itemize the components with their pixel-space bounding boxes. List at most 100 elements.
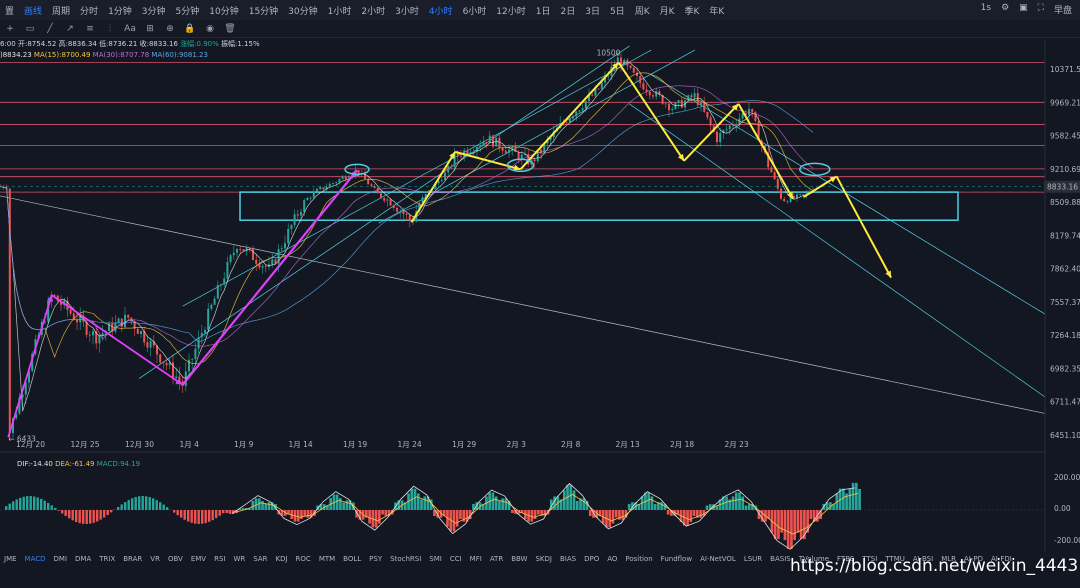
- macd-bar: [180, 510, 183, 518]
- indicator-tab[interactable]: DMA: [71, 555, 95, 563]
- macd-bar: [627, 503, 631, 510]
- macd-bar: [793, 510, 796, 541]
- indicator-tab[interactable]: SMI: [425, 555, 446, 563]
- indicator-tab[interactable]: BIAS: [556, 555, 580, 563]
- indicator-tab[interactable]: KDJ: [272, 555, 292, 563]
- macd-bar: [423, 496, 427, 510]
- macd-bar: [134, 497, 137, 510]
- candle-body: [191, 358, 194, 360]
- candle-body: [316, 189, 318, 192]
- macd-bar: [858, 488, 861, 510]
- candle-body: [194, 348, 197, 359]
- candle-body: [533, 159, 536, 162]
- macd-bar: [82, 510, 85, 524]
- macd-bar: [614, 510, 618, 518]
- macd-bar: [78, 510, 81, 524]
- candle-body: [175, 376, 178, 378]
- macd-bar: [689, 510, 693, 523]
- indicator-tab[interactable]: BRAR: [119, 555, 146, 563]
- macd-bar: [699, 510, 702, 518]
- indicator-tab[interactable]: OBV: [164, 555, 187, 563]
- candle-body: [271, 259, 274, 265]
- date-tick: 12月 25: [71, 440, 100, 449]
- macd-bar: [494, 496, 498, 510]
- high-annotation: 10500: [597, 48, 621, 57]
- price-tick: 7557.37: [1050, 298, 1080, 307]
- candle-body: [501, 147, 504, 151]
- macd-bar: [85, 510, 88, 524]
- candle-body: [488, 135, 491, 144]
- macd-bar: [666, 510, 670, 515]
- indicator-tab[interactable]: AI-NetVOL: [696, 555, 740, 563]
- candle-body: [165, 363, 168, 366]
- candle-body: [213, 298, 216, 305]
- candle-body: [773, 172, 776, 180]
- indicator-tab[interactable]: RSI: [210, 555, 229, 563]
- indicator-tab[interactable]: ROC: [292, 555, 315, 563]
- macd-bar: [162, 504, 165, 510]
- candle-body: [444, 172, 446, 181]
- candle-body: [344, 176, 347, 179]
- macd-bar: [228, 510, 232, 514]
- candle-body: [280, 248, 283, 250]
- candle-body: [623, 59, 626, 66]
- indicator-tab[interactable]: EMV: [187, 555, 210, 563]
- indicator-tab[interactable]: MTM: [315, 555, 339, 563]
- indicator-tab[interactable]: DMI: [50, 555, 72, 563]
- candle-body: [210, 304, 213, 309]
- macd-bar: [342, 502, 345, 510]
- candle-body: [447, 166, 450, 173]
- indicator-tab[interactable]: VR: [146, 555, 164, 563]
- candle-body: [648, 91, 651, 96]
- indicator-tab[interactable]: PSY: [365, 555, 386, 563]
- candle-body: [575, 111, 578, 117]
- macd-bar: [562, 490, 566, 510]
- indicator-tab[interactable]: MFI: [466, 555, 486, 563]
- indicator-tab[interactable]: DPO: [580, 555, 603, 563]
- indicator-tab[interactable]: MACD: [21, 555, 50, 563]
- candle-body: [264, 266, 267, 267]
- date-tick: 1月 29: [452, 440, 476, 449]
- macd-bar: [501, 498, 504, 510]
- candle-body: [703, 102, 706, 112]
- candle-body: [373, 186, 376, 189]
- price-chart[interactable]: 10500← 64338833.1610371.569969.219582.45…: [0, 0, 1080, 588]
- candle-body: [312, 191, 315, 198]
- price-tick: 8509.88: [1050, 198, 1080, 207]
- price-tick: 10371.56: [1050, 65, 1080, 74]
- indicator-tab[interactable]: Fundflow: [657, 555, 696, 563]
- macd-bar: [208, 510, 211, 522]
- candle-body: [226, 261, 229, 279]
- indicator-tab[interactable]: WR: [229, 555, 249, 563]
- indicator-tab[interactable]: AO: [603, 555, 621, 563]
- macd-bar: [796, 510, 800, 533]
- indicator-tab[interactable]: CCI: [446, 555, 466, 563]
- macd-bar: [127, 499, 130, 510]
- macd-legend: DIF:-14.40 DEA:-61.49 MACD:94.19: [17, 460, 140, 468]
- candle-body: [677, 100, 680, 104]
- macd-bar: [117, 506, 120, 510]
- indicator-tab[interactable]: LSUR: [740, 555, 766, 563]
- indicator-tab[interactable]: ATR: [486, 555, 507, 563]
- candle-body: [389, 199, 392, 206]
- macd-bar: [99, 510, 102, 520]
- candle-body: [207, 308, 210, 330]
- candle-body: [149, 341, 152, 348]
- indicator-tab[interactable]: JME: [0, 555, 21, 563]
- indicator-tab[interactable]: BBW: [507, 555, 531, 563]
- indicator-tab[interactable]: TRIX: [95, 555, 119, 563]
- candle-body: [405, 214, 408, 216]
- macd-bar: [64, 510, 67, 516]
- indicator-tab[interactable]: StochRSI: [386, 555, 425, 563]
- macd-bar: [345, 500, 349, 510]
- indicator-tab[interactable]: SAR: [249, 555, 271, 563]
- indicator-tab[interactable]: BOLL: [339, 555, 365, 563]
- price-tick: 7264.18: [1050, 331, 1080, 340]
- candle-body: [392, 205, 395, 208]
- macd-bar: [96, 510, 99, 522]
- macd-bar: [131, 498, 134, 510]
- indicator-tab[interactable]: Position: [621, 555, 656, 563]
- indicator-tab[interactable]: SKDJ: [531, 555, 556, 563]
- macd-bar: [267, 502, 271, 510]
- candle-body: [514, 147, 517, 152]
